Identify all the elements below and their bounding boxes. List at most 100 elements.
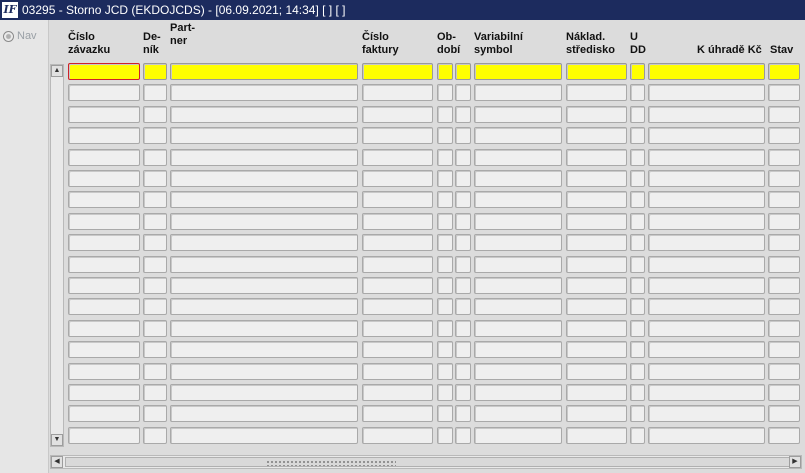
nav-radio[interactable]: Nav	[3, 30, 37, 42]
cell-obdobi[interactable]	[437, 277, 453, 294]
cell-stav[interactable]	[768, 405, 800, 422]
cell-obdobi2[interactable]	[455, 213, 471, 230]
cell-obdobi[interactable]	[437, 234, 453, 251]
cell-cislo_faktury[interactable]	[362, 320, 433, 337]
cell-variabilni_symbol[interactable]	[474, 191, 562, 208]
cell-naklad_stredisko[interactable]	[566, 191, 627, 208]
cell-udd[interactable]	[630, 84, 645, 101]
cell-obdobi[interactable]	[437, 256, 453, 273]
cell-k_uhrade[interactable]	[648, 405, 765, 422]
cell-stav[interactable]	[768, 127, 800, 144]
cell-partner[interactable]	[170, 405, 358, 422]
cell-partner[interactable]	[170, 213, 358, 230]
cell-cislo_faktury[interactable]	[362, 127, 433, 144]
cell-denik[interactable]	[143, 84, 167, 101]
cell-k_uhrade[interactable]	[648, 298, 765, 315]
cell-denik[interactable]	[143, 363, 167, 380]
cell-naklad_stredisko[interactable]	[566, 277, 627, 294]
cell-stav[interactable]	[768, 256, 800, 273]
cell-cislo_faktury[interactable]	[362, 84, 433, 101]
cell-denik[interactable]	[143, 170, 167, 187]
cell-denik[interactable]	[143, 127, 167, 144]
cell-variabilni_symbol[interactable]	[474, 298, 562, 315]
cell-k_uhrade[interactable]	[648, 363, 765, 380]
cell-obdobi2[interactable]	[455, 106, 471, 123]
cell-denik[interactable]	[143, 320, 167, 337]
cell-variabilni_symbol[interactable]	[474, 341, 562, 358]
cell-naklad_stredisko[interactable]	[566, 363, 627, 380]
cell-variabilni_symbol[interactable]	[474, 213, 562, 230]
cell-udd[interactable]	[630, 320, 645, 337]
cell-naklad_stredisko[interactable]	[566, 298, 627, 315]
cell-variabilni_symbol[interactable]	[474, 277, 562, 294]
cell-obdobi2[interactable]	[455, 277, 471, 294]
cell-udd[interactable]	[630, 298, 645, 315]
cell-cislo_faktury[interactable]	[362, 149, 433, 166]
cell-denik[interactable]	[143, 234, 167, 251]
cell-stav[interactable]	[768, 320, 800, 337]
cell-udd[interactable]	[630, 384, 645, 401]
cell-denik[interactable]	[143, 277, 167, 294]
triangle-left-icon[interactable]: ◀	[51, 456, 63, 468]
horizontal-scroll-thumb[interactable]	[65, 457, 793, 467]
triangle-right-icon[interactable]: ▶	[789, 456, 801, 468]
cell-obdobi2[interactable]	[455, 191, 471, 208]
cell-cislo_zavazku[interactable]	[68, 63, 140, 80]
cell-denik[interactable]	[143, 106, 167, 123]
cell-obdobi[interactable]	[437, 127, 453, 144]
cell-obdobi2[interactable]	[455, 298, 471, 315]
cell-k_uhrade[interactable]	[648, 191, 765, 208]
cell-cislo_zavazku[interactable]	[68, 298, 140, 315]
cell-obdobi[interactable]	[437, 405, 453, 422]
cell-k_uhrade[interactable]	[648, 277, 765, 294]
cell-naklad_stredisko[interactable]	[566, 234, 627, 251]
cell-cislo_zavazku[interactable]	[68, 384, 140, 401]
cell-partner[interactable]	[170, 298, 358, 315]
cell-k_uhrade[interactable]	[648, 170, 765, 187]
cell-k_uhrade[interactable]	[648, 84, 765, 101]
triangle-up-icon[interactable]: ▲	[51, 65, 63, 77]
cell-obdobi[interactable]	[437, 213, 453, 230]
cell-variabilni_symbol[interactable]	[474, 63, 562, 80]
cell-naklad_stredisko[interactable]	[566, 384, 627, 401]
cell-denik[interactable]	[143, 63, 167, 80]
cell-obdobi[interactable]	[437, 106, 453, 123]
cell-cislo_zavazku[interactable]	[68, 234, 140, 251]
cell-variabilni_symbol[interactable]	[474, 106, 562, 123]
cell-cislo_zavazku[interactable]	[68, 149, 140, 166]
cell-cislo_zavazku[interactable]	[68, 363, 140, 380]
cell-udd[interactable]	[630, 363, 645, 380]
cell-k_uhrade[interactable]	[648, 213, 765, 230]
cell-partner[interactable]	[170, 127, 358, 144]
cell-partner[interactable]	[170, 170, 358, 187]
cell-udd[interactable]	[630, 427, 645, 444]
cell-obdobi2[interactable]	[455, 170, 471, 187]
cell-obdobi2[interactable]	[455, 384, 471, 401]
cell-cislo_faktury[interactable]	[362, 63, 433, 80]
cell-obdobi2[interactable]	[455, 320, 471, 337]
cell-udd[interactable]	[630, 277, 645, 294]
cell-variabilni_symbol[interactable]	[474, 234, 562, 251]
cell-variabilni_symbol[interactable]	[474, 320, 562, 337]
cell-cislo_zavazku[interactable]	[68, 213, 140, 230]
cell-partner[interactable]	[170, 149, 358, 166]
cell-partner[interactable]	[170, 277, 358, 294]
cell-partner[interactable]	[170, 427, 358, 444]
cell-stav[interactable]	[768, 84, 800, 101]
cell-obdobi[interactable]	[437, 341, 453, 358]
cell-obdobi[interactable]	[437, 298, 453, 315]
cell-cislo_faktury[interactable]	[362, 384, 433, 401]
cell-cislo_zavazku[interactable]	[68, 427, 140, 444]
cell-stav[interactable]	[768, 213, 800, 230]
cell-obdobi2[interactable]	[455, 84, 471, 101]
cell-naklad_stredisko[interactable]	[566, 149, 627, 166]
cell-cislo_zavazku[interactable]	[68, 84, 140, 101]
cell-variabilni_symbol[interactable]	[474, 127, 562, 144]
cell-naklad_stredisko[interactable]	[566, 127, 627, 144]
cell-stav[interactable]	[768, 384, 800, 401]
cell-partner[interactable]	[170, 234, 358, 251]
cell-cislo_faktury[interactable]	[362, 363, 433, 380]
cell-udd[interactable]	[630, 234, 645, 251]
cell-k_uhrade[interactable]	[648, 106, 765, 123]
cell-cislo_faktury[interactable]	[362, 213, 433, 230]
